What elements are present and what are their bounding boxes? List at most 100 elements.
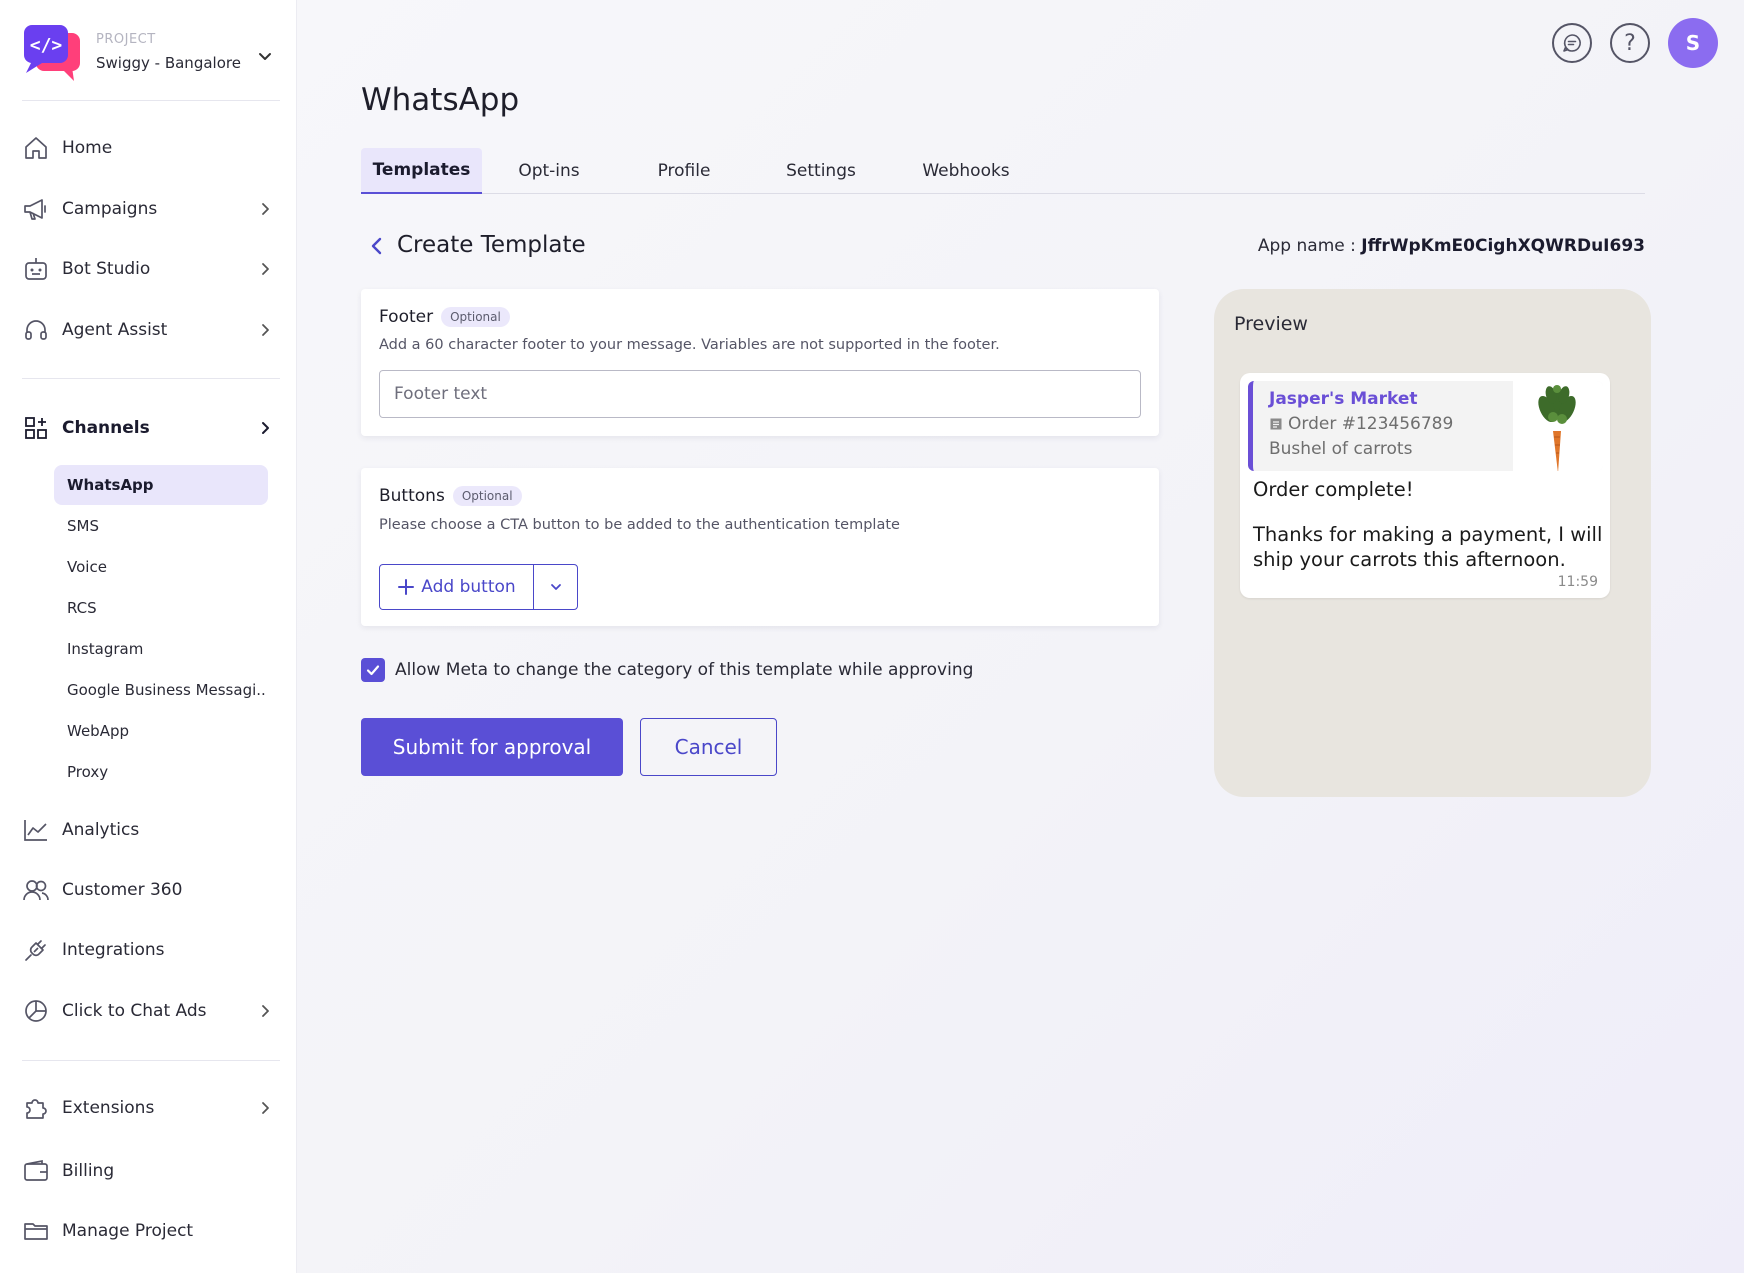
svg-text:</>: </> [30,35,63,56]
channel-item-voice[interactable]: Voice [54,547,268,587]
cancel-button[interactable]: Cancel [640,718,777,776]
chevron-right-icon [262,324,269,336]
add-button-dropdown[interactable] [534,565,577,609]
add-button-label: Add button [421,577,516,597]
channel-item-webapp[interactable]: WebApp [54,711,268,751]
allow-meta-checkbox[interactable] [361,658,385,682]
sidebar-item-label: Campaigns [62,199,158,219]
allow-meta-label: Allow Meta to change the category of thi… [395,660,974,680]
quote-item: Bushel of carrots [1269,439,1413,459]
avatar[interactable]: S [1668,18,1718,68]
footer-card-description: Add a 60 character footer to your messag… [379,337,1000,353]
sidebar: </> PROJECT Swiggy - Bangalore Home Camp… [0,0,297,1273]
sidebar-item-analytics[interactable]: Analytics [22,812,280,848]
page-title: WhatsApp [361,82,520,118]
carrot-image [1513,381,1603,471]
sidebar-item-billing[interactable]: Billing [22,1153,280,1189]
sidebar-item-manage-project[interactable]: Manage Project [22,1213,280,1249]
chevron-right-icon [262,263,269,275]
chevron-right-icon [262,1005,269,1017]
folder-icon [22,1217,50,1245]
channel-item-instagram[interactable]: Instagram [54,629,268,669]
top-toolbar: ? S [1534,18,1718,68]
sidebar-item-channels[interactable]: Channels [22,410,280,446]
sidebar-item-label: Analytics [62,820,140,840]
footer-card: Footer Optional Add a 60 character foote… [361,289,1159,436]
quoted-message: Jasper's Market Order #123456789 Bushel … [1248,381,1603,471]
app-logo-icon: </> [22,23,84,81]
megaphone-icon [22,195,50,223]
message-line: Thanks for making a payment, I will [1253,523,1603,546]
quote-sender: Jasper's Market [1269,389,1418,409]
line-chart-icon [22,816,50,844]
home-icon [22,134,50,162]
buttons-card-description: Please choose a CTA button to be added t… [379,517,900,533]
project-label: PROJECT [96,32,156,47]
channel-item-rcs[interactable]: RCS [54,588,268,628]
sidebar-item-extensions[interactable]: Extensions [22,1090,280,1126]
plus-icon [398,579,415,595]
optional-badge: Optional [441,307,510,327]
channel-item-google-business[interactable]: Google Business Messagi.. [54,670,268,710]
chevron-down-icon [550,584,561,590]
app-name-label: App name : [1257,236,1356,256]
sidebar-item-click-to-chat-ads[interactable]: Click to Chat Ads [22,993,280,1029]
optional-badge: Optional [452,486,522,506]
tab-settings[interactable]: Settings [766,148,876,194]
chat-button[interactable] [1552,23,1592,63]
sidebar-item-label: Bot Studio [62,259,151,279]
sidebar-item-integrations[interactable]: Integrations [22,932,280,968]
channel-item-proxy[interactable]: Proxy [54,752,268,792]
sidebar-item-label: Integrations [62,940,165,960]
app-name: App name : JffrWpKmE0CighXQWRDuI693 [1258,236,1645,256]
create-template-header: Create Template App name : JffrWpKmE0Cig… [361,232,1645,262]
sidebar-item-label: Customer 360 [62,880,183,900]
sidebar-divider [22,1060,280,1061]
plug-icon [22,936,50,964]
chat-icon [1563,34,1581,52]
wallet-icon [22,1157,50,1185]
sidebar-divider [22,100,280,101]
sidebar-divider [22,378,280,379]
add-button[interactable]: Add button [380,565,534,609]
help-button[interactable]: ? [1610,23,1650,63]
sidebar-item-customer-360[interactable]: Customer 360 [22,872,280,908]
tab-webhooks[interactable]: Webhooks [901,148,1031,194]
footer-card-title: Footer [379,307,434,327]
message-text: Order complete! Thanks for making a paym… [1253,477,1602,572]
project-switcher[interactable]: </> PROJECT Swiggy - Bangalore [22,22,280,82]
allow-meta-row: Allow Meta to change the category of thi… [361,658,973,682]
channel-item-whatsapp[interactable]: WhatsApp [54,465,268,505]
channel-item-sms[interactable]: SMS [54,506,268,546]
question-mark-icon: ? [1624,30,1636,56]
tab-templates[interactable]: Templates [361,148,482,194]
sidebar-item-label: Channels [62,418,150,438]
preview-title: Preview [1234,313,1308,335]
footer-text-input[interactable] [379,370,1141,418]
message-line: Order complete! [1253,478,1414,501]
message-time: 11:59 [1557,574,1598,590]
main-content: ? S WhatsApp Templates Opt-ins Profile S… [297,0,1744,1273]
sidebar-item-label: Billing [62,1161,115,1181]
checkmark-icon [366,665,380,676]
tab-profile[interactable]: Profile [634,148,734,194]
users-icon [22,876,50,904]
sidebar-item-home[interactable]: Home [22,130,280,166]
buttons-card-title: Buttons [379,486,445,506]
preview-panel: Preview Jasper's Market Order #123456789… [1214,289,1651,797]
chevron-down-icon [259,53,271,60]
sidebar-item-campaigns[interactable]: Campaigns [22,191,280,227]
tab-opt-ins[interactable]: Opt-ins [499,148,599,194]
create-template-title: Create Template [397,232,586,258]
sidebar-item-bot-studio[interactable]: Bot Studio [22,251,280,287]
add-button-split: Add button [379,564,578,610]
sidebar-item-agent-assist[interactable]: Agent Assist [22,312,280,348]
back-arrow-icon[interactable] [365,234,389,258]
message-bubble: Jasper's Market Order #123456789 Bushel … [1240,373,1610,598]
chevron-right-icon [262,422,269,434]
headset-icon [22,316,50,344]
sidebar-item-label: Manage Project [62,1221,194,1241]
puzzle-icon [22,1094,50,1122]
project-name: Swiggy - Bangalore [96,54,241,72]
submit-for-approval-button[interactable]: Submit for approval [361,718,623,776]
